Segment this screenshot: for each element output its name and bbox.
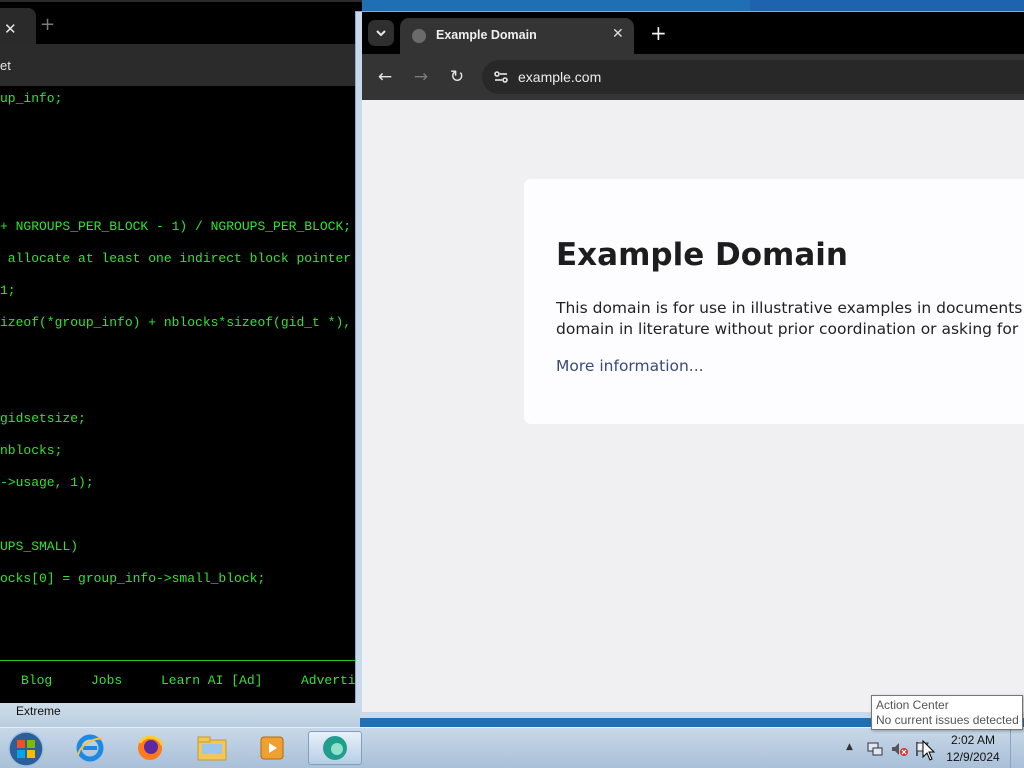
edge-browser-taskbar-button[interactable] (308, 731, 362, 765)
description-line: This domain is for use in illustrative e… (556, 299, 1024, 317)
code-line: allocate at least one indirect block poi… (0, 251, 352, 266)
action-center-tooltip: Action Center No current issues detected (871, 695, 1023, 730)
volume-muted-icon[interactable] (890, 740, 908, 758)
new-tab-button[interactable]: + (650, 21, 667, 45)
fragment-title: Extreme (16, 704, 61, 718)
nav-link-jobs[interactable]: Jobs (91, 673, 122, 688)
content-card: Example Domain This domain is for use in… (524, 179, 1024, 424)
foreground-browser-window[interactable]: Example Domain ✕ + ← → ↻ example.com Exa… (355, 11, 1024, 718)
firefox-icon[interactable] (132, 731, 168, 765)
more-information-link[interactable]: More information... (556, 357, 704, 375)
media-player-icon[interactable] (254, 731, 290, 765)
code-viewer (0, 86, 362, 705)
background-window-fragment: Extreme (0, 703, 360, 727)
globe-icon (412, 29, 426, 43)
left-tab-bar: ✕ + (0, 0, 362, 46)
close-icon[interactable]: ✕ (612, 26, 624, 42)
code-line: nblocks; (0, 443, 63, 458)
taskbar: ▲ 2:02 AM 12/9/2024 (0, 727, 1024, 768)
left-active-tab[interactable]: ✕ (0, 8, 36, 46)
code-line: up_info; (0, 91, 63, 106)
nav-link-learn-ai[interactable]: Learn AI [Ad] (161, 673, 262, 688)
forward-arrow-icon[interactable]: → (410, 66, 432, 88)
tab-search-button[interactable] (368, 20, 394, 46)
nav-divider (0, 660, 362, 661)
clock-date[interactable]: 12/9/2024 (945, 750, 1001, 764)
code-line: UPS_SMALL) (0, 539, 79, 554)
left-toolbar-label: et (0, 58, 11, 73)
url-text: example.com (518, 69, 602, 85)
show-desktop-button[interactable] (1010, 728, 1024, 768)
background-browser-window[interactable]: ✕ + et up_info; + NGROUPS_PER_BLOCK - 1)… (0, 0, 362, 705)
reload-icon[interactable]: ↻ (446, 66, 468, 88)
address-bar[interactable]: example.com (482, 60, 1024, 94)
show-hidden-icons-button[interactable]: ▲ (846, 742, 853, 752)
code-line: gidsetsize; (0, 411, 86, 426)
tab-example-domain[interactable]: Example Domain ✕ (400, 18, 634, 54)
new-tab-button[interactable]: + (40, 14, 55, 35)
tooltip-body: No current issues detected (876, 713, 1019, 727)
close-icon[interactable]: ✕ (4, 20, 17, 38)
browser-frame: Example Domain ✕ + ← → ↻ example.com Exa… (362, 12, 1024, 712)
site-settings-icon[interactable] (492, 68, 510, 86)
tooltip-title: Action Center (876, 698, 949, 712)
code-line: 1; (0, 283, 16, 298)
page-viewport: Example Domain This domain is for use in… (362, 100, 1024, 712)
description-line: domain in literature without prior coord… (556, 320, 1024, 338)
nav-link-advertise[interactable]: Adverti (301, 673, 356, 688)
network-icon[interactable] (866, 740, 884, 758)
code-line: ->usage, 1); (0, 475, 94, 490)
mouse-cursor-icon (922, 740, 936, 761)
clock-time[interactable]: 2:02 AM (945, 733, 1001, 747)
nav-link-blog[interactable]: Blog (21, 673, 52, 688)
tab-strip: Example Domain ✕ + (362, 12, 1024, 54)
edge-icon (323, 736, 347, 760)
file-explorer-icon[interactable] (194, 731, 230, 765)
chevron-down-icon (376, 30, 386, 37)
tab-title: Example Domain (436, 28, 537, 42)
page-title: Example Domain (556, 237, 848, 273)
browser-toolbar: ← → ↻ example.com (362, 54, 1024, 100)
code-line: ocks[0] = group_info->small_block; (0, 571, 266, 586)
page-description: This domain is for use in illustrative e… (556, 298, 1024, 340)
left-toolbar: et (0, 44, 362, 86)
code-line: + NGROUPS_PER_BLOCK - 1) / NGROUPS_PER_B… (0, 219, 352, 234)
code-line: izeof(*group_info) + nblocks*sizeof(gid_… (0, 315, 352, 330)
internet-explorer-icon[interactable] (72, 731, 108, 765)
back-arrow-icon[interactable]: ← (374, 66, 396, 88)
start-button[interactable] (6, 730, 46, 768)
